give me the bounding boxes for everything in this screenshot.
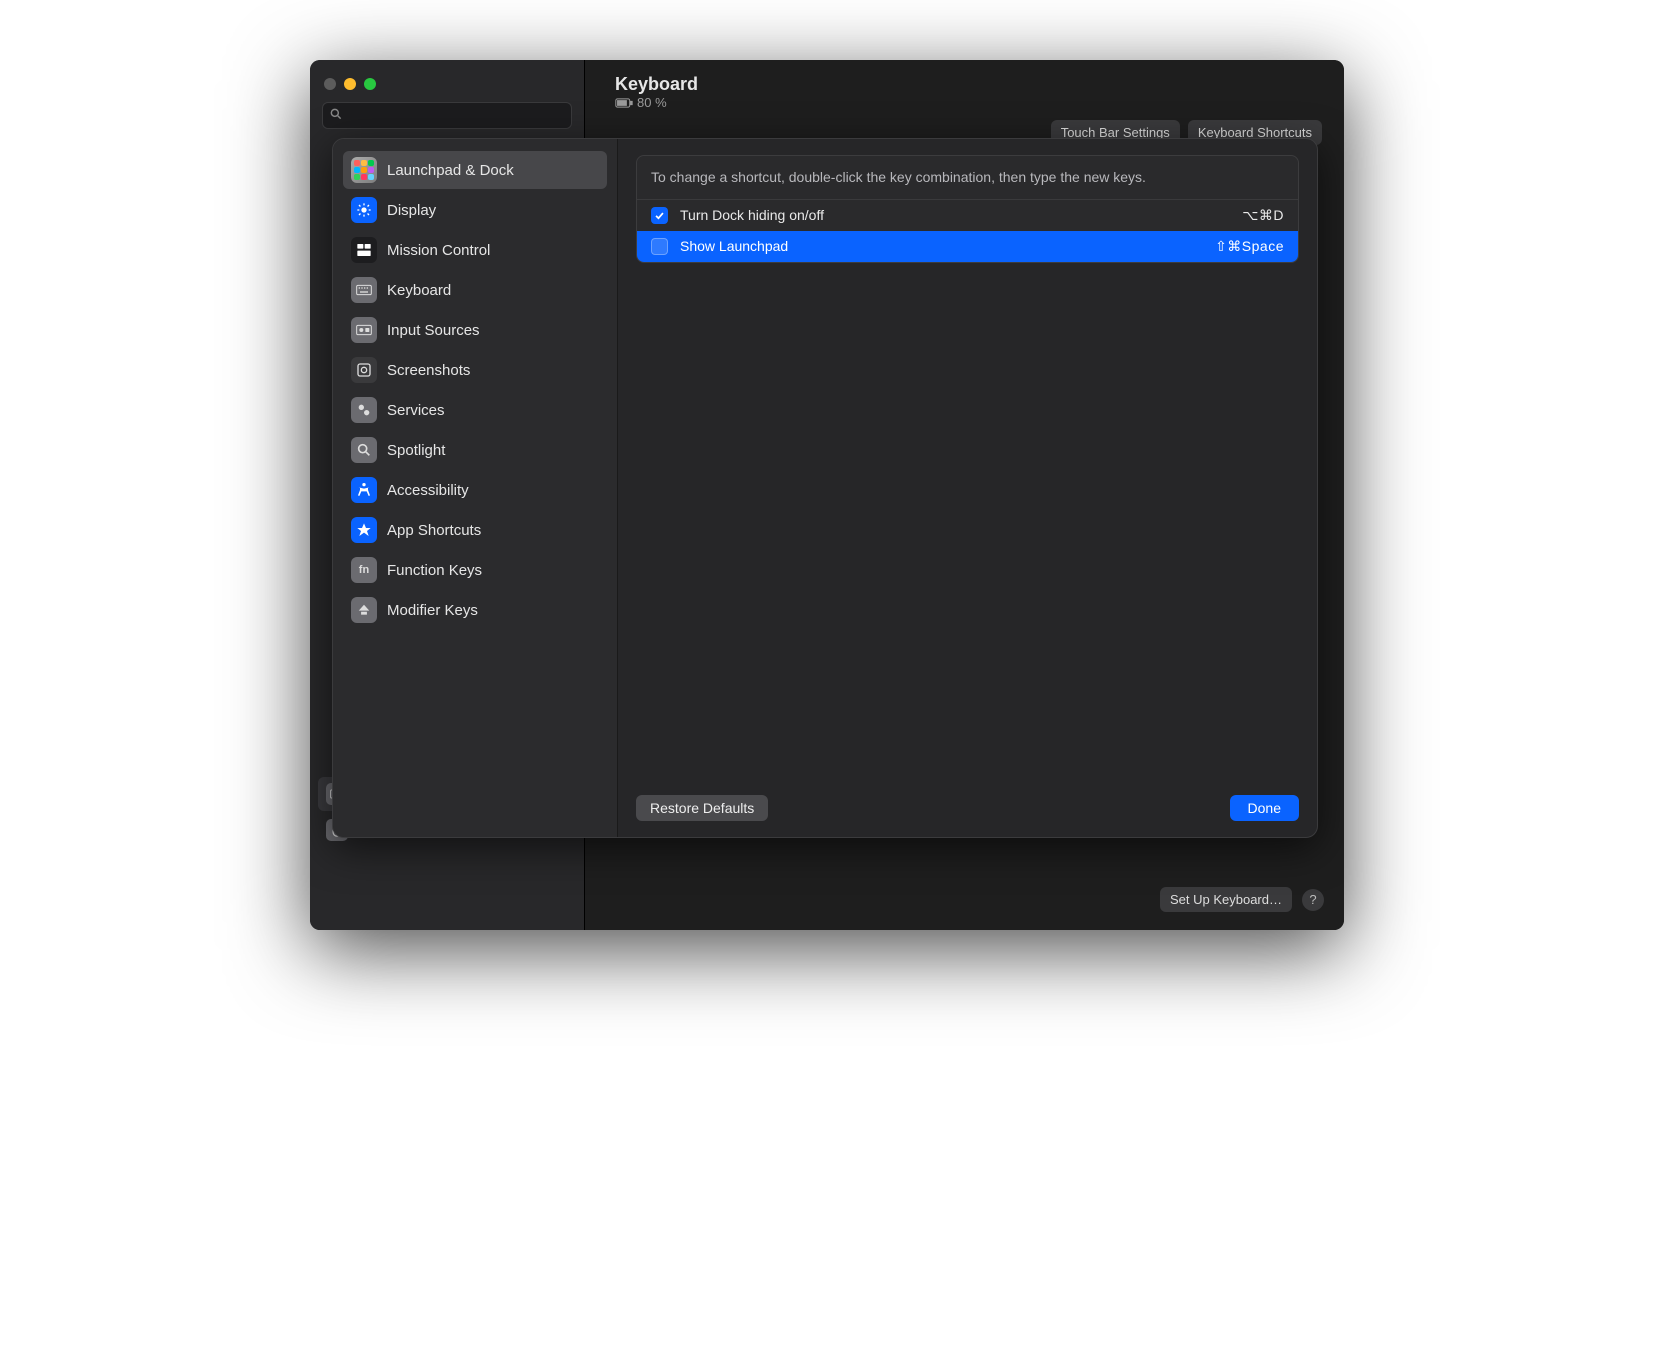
restore-defaults-button[interactable]: Restore Defaults — [636, 795, 768, 821]
search-container — [322, 102, 572, 129]
function-keys-icon: fn — [351, 557, 377, 583]
system-settings-window: Keyboard Mouse Keyboard 80 % Touch Bar S… — [310, 60, 1344, 930]
category-mission-control[interactable]: Mission Control — [343, 231, 607, 269]
category-label: Accessibility — [387, 482, 469, 499]
category-label: Launchpad & Dock — [387, 162, 514, 179]
category-sidebar: Launchpad & Dock Display Mission Control… — [333, 139, 618, 837]
sheet-main: To change a shortcut, double-click the k… — [618, 139, 1317, 837]
services-icon — [351, 397, 377, 423]
spotlight-icon — [351, 437, 377, 463]
search-icon — [329, 107, 343, 126]
minimize-window-button[interactable] — [344, 78, 356, 90]
category-display[interactable]: Display — [343, 191, 607, 229]
category-label: Input Sources — [387, 322, 480, 339]
category-services[interactable]: Services — [343, 391, 607, 429]
setup-keyboard-button[interactable]: Set Up Keyboard… — [1160, 887, 1292, 912]
category-input-sources[interactable]: Input Sources — [343, 311, 607, 349]
app-shortcuts-icon — [351, 517, 377, 543]
shortcut-row-dock-hiding[interactable]: Turn Dock hiding on/off ⌥⌘D — [637, 200, 1298, 231]
mission-control-icon — [351, 237, 377, 263]
category-keyboard[interactable]: Keyboard — [343, 271, 607, 309]
bg-header: Keyboard 80 % — [585, 60, 1344, 120]
input-sources-icon — [351, 317, 377, 343]
shortcuts-sheet: Launchpad & Dock Display Mission Control… — [332, 138, 1318, 838]
category-launchpad-dock[interactable]: Launchpad & Dock — [343, 151, 607, 189]
display-icon — [351, 197, 377, 223]
shortcut-keys[interactable]: ⇧⌘Space — [1215, 238, 1284, 255]
category-label: Function Keys — [387, 562, 482, 579]
category-label: Screenshots — [387, 362, 470, 379]
shortcuts-description: To change a shortcut, double-click the k… — [637, 156, 1298, 200]
close-window-button[interactable] — [324, 78, 336, 90]
category-label: App Shortcuts — [387, 522, 481, 539]
keyboard-icon — [351, 277, 377, 303]
battery-status: 80 % — [615, 95, 1328, 110]
search-input[interactable] — [322, 102, 572, 129]
window-controls — [310, 70, 584, 100]
shortcut-keys[interactable]: ⌥⌘D — [1242, 207, 1284, 224]
checkbox-dock-hiding[interactable] — [651, 207, 668, 224]
zoom-window-button[interactable] — [364, 78, 376, 90]
screenshots-icon — [351, 357, 377, 383]
page-title: Keyboard — [615, 74, 1328, 95]
category-label: Services — [387, 402, 445, 419]
category-label: Modifier Keys — [387, 602, 478, 619]
category-label: Display — [387, 202, 436, 219]
checkbox-show-launchpad[interactable] — [651, 238, 668, 255]
category-spotlight[interactable]: Spotlight — [343, 431, 607, 469]
category-app-shortcuts[interactable]: App Shortcuts — [343, 511, 607, 549]
category-function-keys[interactable]: fn Function Keys — [343, 551, 607, 589]
shortcut-row-show-launchpad[interactable]: Show Launchpad ⇧⌘Space — [637, 231, 1298, 262]
category-screenshots[interactable]: Screenshots — [343, 351, 607, 389]
battery-icon — [615, 98, 633, 108]
shortcuts-panel: To change a shortcut, double-click the k… — [636, 155, 1299, 263]
launchpad-icon — [351, 157, 377, 183]
category-label: Spotlight — [387, 442, 445, 459]
help-button[interactable]: ? — [1302, 889, 1324, 911]
modifier-keys-icon — [351, 597, 377, 623]
category-modifier-keys[interactable]: Modifier Keys — [343, 591, 607, 629]
category-accessibility[interactable]: Accessibility — [343, 471, 607, 509]
sheet-button-row: Restore Defaults Done — [636, 781, 1299, 821]
bg-footer: Set Up Keyboard… ? — [585, 887, 1344, 930]
category-label: Mission Control — [387, 242, 490, 259]
shortcut-label: Show Launchpad — [680, 238, 1203, 254]
accessibility-icon — [351, 477, 377, 503]
shortcut-label: Turn Dock hiding on/off — [680, 207, 1230, 223]
category-label: Keyboard — [387, 282, 451, 299]
done-button[interactable]: Done — [1230, 795, 1299, 821]
battery-text: 80 % — [637, 95, 667, 110]
